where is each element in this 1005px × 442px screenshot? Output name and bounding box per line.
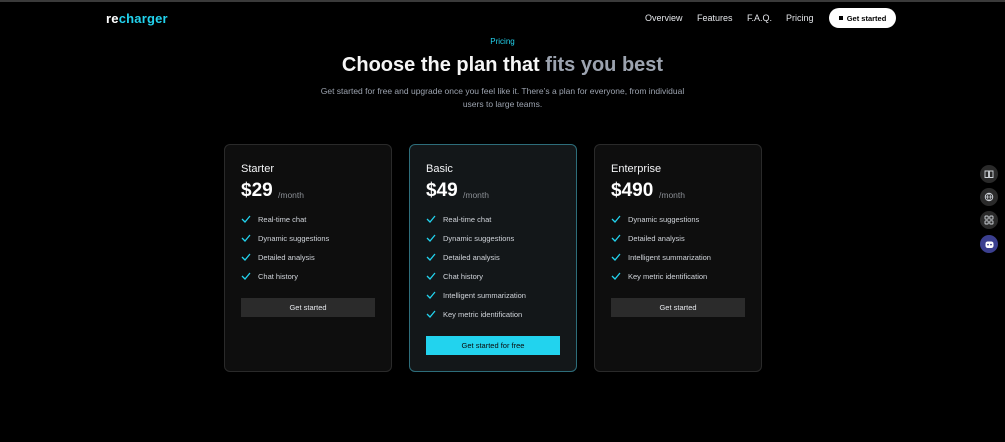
feature-item: Dynamic suggestions (426, 232, 514, 244)
logo-prefix: re (106, 11, 119, 26)
feature-item: Detailed analysis (241, 251, 315, 263)
feature-item: Chat history (241, 270, 298, 282)
nav-pricing[interactable]: Pricing (786, 13, 814, 23)
check-icon (611, 272, 621, 280)
feature-label: Dynamic suggestions (443, 233, 515, 243)
plan-name: Enterprise (611, 163, 662, 175)
header-get-started-button[interactable]: Get started (829, 8, 896, 28)
basic-get-started-free-button[interactable]: Get started for free (426, 336, 560, 355)
feature-label: Real-time chat (258, 214, 307, 224)
enterprise-get-started-button[interactable]: Get started (611, 298, 745, 317)
logo-suffix: charger (118, 11, 168, 26)
logo[interactable]: recharger (106, 11, 168, 26)
check-icon (611, 253, 621, 261)
book-icon[interactable] (980, 165, 998, 183)
feature-label: Detailed analysis (443, 252, 500, 262)
check-icon (426, 215, 436, 223)
window-top-border (0, 0, 1005, 2)
check-icon (426, 310, 436, 318)
feature-label: Real-time chat (443, 214, 492, 224)
check-icon (611, 234, 621, 242)
nav-faq[interactable]: F.A.Q. (747, 13, 772, 23)
globe-icon[interactable] (980, 188, 998, 206)
feature-item: Dynamic suggestions (611, 213, 699, 225)
nav-overview[interactable]: Overview (645, 13, 683, 23)
plan-price: $29 (241, 180, 273, 201)
starter-get-started-button[interactable]: Get started (241, 298, 375, 317)
grid-icon[interactable] (980, 211, 998, 229)
check-icon (426, 272, 436, 280)
feature-item: Key metric identification (611, 270, 707, 282)
feature-item: Detailed analysis (611, 232, 685, 244)
plan-period: /month (659, 190, 685, 200)
plan-name: Starter (241, 163, 275, 175)
feature-item: Intelligent summarization (611, 251, 711, 263)
check-icon (426, 291, 436, 299)
feature-label: Chat history (258, 271, 299, 281)
check-icon (611, 215, 621, 223)
check-icon (426, 253, 436, 261)
feature-item: Key metric identification (426, 308, 522, 320)
check-icon (426, 234, 436, 242)
plan-card-enterprise: Enterprise $490 /month Dynamic suggestio… (594, 144, 762, 372)
plan-period: /month (463, 190, 489, 200)
title-main: Choose the plan that (341, 54, 540, 76)
feature-item: Intelligent summarization (426, 289, 526, 301)
feature-label: Intelligent summarization (628, 252, 711, 262)
feature-item: Real-time chat (426, 213, 491, 225)
bot-icon[interactable] (980, 235, 998, 253)
feature-label: Dynamic suggestions (258, 233, 330, 243)
feature-item: Real-time chat (241, 213, 306, 225)
check-icon (241, 234, 251, 242)
plan-name: Basic (426, 163, 453, 175)
square-icon (838, 16, 843, 20)
check-icon (241, 215, 251, 223)
feature-item: Detailed analysis (426, 251, 500, 263)
page-title: Choose the plan that fits you best (0, 54, 1005, 77)
nav-features[interactable]: Features (697, 13, 733, 23)
feature-label: Key metric identification (628, 271, 708, 281)
page-subtitle: Get started for free and upgrade once yo… (320, 86, 685, 109)
check-icon (241, 272, 251, 280)
plan-price: $49 (426, 180, 458, 201)
pricing-eyebrow: Pricing (490, 37, 515, 46)
feature-label: Detailed analysis (628, 233, 685, 243)
feature-label: Dynamic suggestions (628, 214, 700, 224)
feature-label: Key metric identification (443, 309, 523, 319)
feature-label: Chat history (443, 271, 484, 281)
plan-period: /month (278, 190, 304, 200)
plan-card-basic: Basic $49 /month Real-time chat Dynamic … (409, 144, 577, 372)
plan-price: $490 (611, 180, 654, 201)
check-icon (241, 253, 251, 261)
feature-label: Detailed analysis (258, 252, 315, 262)
feature-item: Chat history (426, 270, 483, 282)
title-muted: fits you best (545, 54, 664, 76)
header-get-started-label: Get started (846, 13, 887, 23)
feature-label: Intelligent summarization (443, 290, 526, 300)
plan-card-starter: Starter $29 /month Real-time chat Dynami… (224, 144, 392, 372)
feature-item: Dynamic suggestions (241, 232, 329, 244)
